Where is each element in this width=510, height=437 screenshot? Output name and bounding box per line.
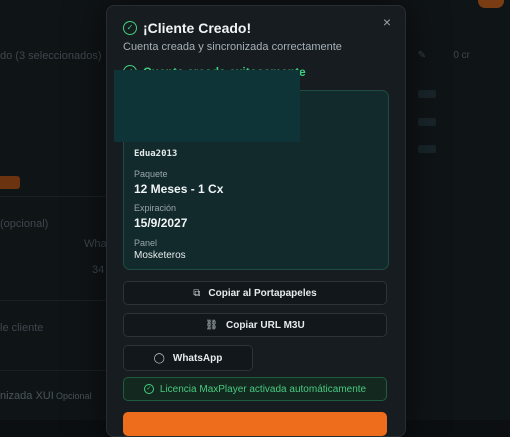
primary-action-button[interactable] [123, 412, 387, 436]
background-optional-label: (opcional) [0, 218, 49, 230]
background-cell [418, 118, 436, 126]
dialog-title: ¡Cliente Creado! [143, 20, 252, 36]
close-icon[interactable]: × [379, 14, 395, 30]
background-number: 34 [92, 264, 105, 276]
panel-value: Mosketeros [134, 250, 186, 261]
background-cell [418, 145, 436, 153]
copy-clipboard-label: Copiar al Portapapeles [208, 287, 317, 299]
background-cell [418, 90, 436, 98]
background-divider [0, 300, 110, 301]
background-credit-value: 0 cr [453, 50, 470, 61]
background-divider [0, 370, 110, 371]
expiration-label: Expiración [134, 203, 177, 213]
copy-icon: ⧉ [193, 287, 201, 299]
copy-m3u-url-button[interactable]: ⛓ Copiar URL M3U [123, 313, 387, 337]
check-circle-icon: ✓ [143, 384, 154, 394]
expiration-value: 15/9/2027 [134, 216, 188, 230]
whatsapp-button[interactable]: ◯ WhatsApp [123, 345, 253, 371]
package-value: 12 Meses - 1 Cx [134, 182, 224, 196]
background-badge [0, 176, 20, 189]
background-optional-tag: Opcional [56, 391, 92, 401]
panel-label: Panel [134, 238, 158, 248]
link-icon: ⛓ [205, 319, 218, 331]
background-divider [0, 196, 110, 197]
redacted-area [114, 70, 300, 142]
copy-m3u-label: Copiar URL M3U [225, 319, 305, 331]
copy-clipboard-button[interactable]: ⧉ Copiar al Portapapeles [123, 281, 387, 305]
dialog-header: ✓ ¡Cliente Creado! [123, 20, 251, 36]
license-notice: ✓ Licencia MaxPlayer activada automática… [123, 377, 387, 401]
check-circle-icon: ✓ [123, 21, 137, 35]
package-label: Paquete [134, 169, 168, 179]
license-notice-text: Licencia MaxPlayer activada automáticame… [159, 383, 367, 395]
whatsapp-label: WhatsApp [172, 352, 223, 364]
background-toggle [478, 0, 504, 8]
background-coins-icon: ✎ [417, 50, 426, 61]
background-selection-heading: do (3 seleccionados) [0, 50, 102, 62]
username-value[interactable]: Edua2013 [134, 149, 177, 159]
chat-bubble-icon: ◯ [153, 352, 165, 364]
dialog-subtitle: Cuenta creada y sincronizada correctamen… [123, 41, 342, 53]
background-xui-label: nizada XUI [0, 390, 54, 402]
background-client-label: le cliente [0, 322, 44, 334]
